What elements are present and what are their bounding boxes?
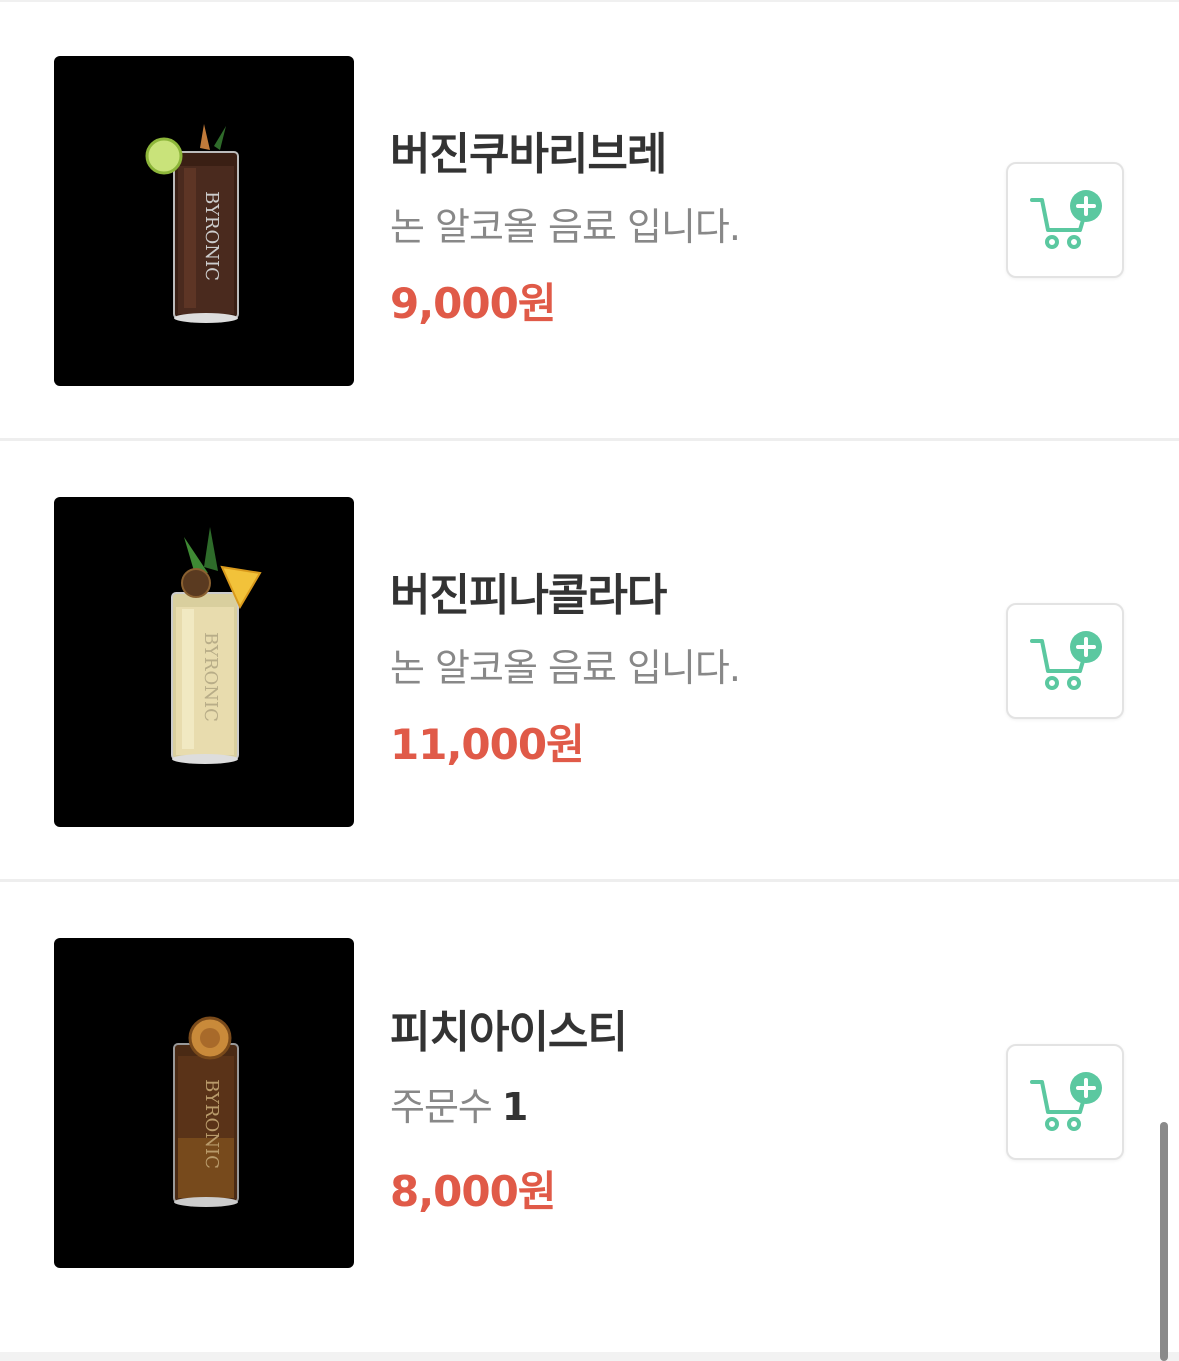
item-name: 피치아이스티 — [390, 1007, 628, 1058]
menu-item[interactable]: BYRONIC 버진쿠바리브레 논 알코올 음료 입니다. 9,000원 — [0, 0, 1179, 441]
drink-image: BYRONIC — [54, 938, 354, 1268]
scrollbar[interactable] — [1160, 1122, 1168, 1361]
menu-list-page: BYRONIC 버진쿠바리브레 논 알코올 음료 입니다. 9,000원 BYR… — [0, 0, 1179, 1361]
order-count-value: 1 — [501, 1085, 528, 1129]
add-to-cart-button[interactable] — [1006, 162, 1124, 278]
add-to-cart-button[interactable] — [1006, 603, 1124, 719]
glass-logo-text: BYRONIC — [201, 191, 222, 281]
item-description: 논 알코올 음료 입니다. — [390, 646, 741, 690]
item-name: 버진쿠바리브레 — [390, 129, 667, 180]
item-name: 버진피나콜라다 — [390, 570, 667, 621]
drink-image: BYRONIC — [54, 497, 354, 827]
cart-plus-icon — [1030, 1072, 1102, 1131]
drink-image: BYRONIC — [54, 56, 354, 386]
menu-item[interactable]: BYRONIC 피치아이스티 주문수 1 8,000원 — [0, 882, 1179, 1352]
glass-logo-text: BYRONIC — [200, 632, 221, 722]
item-price: 8,000원 — [390, 1167, 556, 1216]
order-count: 주문수 1 — [390, 1076, 528, 1131]
add-to-cart-button[interactable] — [1006, 1044, 1124, 1160]
item-price: 9,000원 — [390, 279, 556, 328]
cart-plus-icon — [1030, 631, 1102, 690]
item-price: 11,000원 — [390, 720, 585, 769]
menu-item[interactable]: BYRONIC 버진피나콜라다 논 알코올 음료 입니다. 11,000원 — [0, 441, 1179, 882]
glass-logo-text: BYRONIC — [201, 1079, 222, 1169]
bottom-divider — [0, 1352, 1179, 1361]
cart-plus-icon — [1030, 190, 1102, 249]
item-description: 논 알코올 음료 입니다. — [390, 205, 741, 249]
order-count-label: 주문수 — [390, 1085, 493, 1129]
